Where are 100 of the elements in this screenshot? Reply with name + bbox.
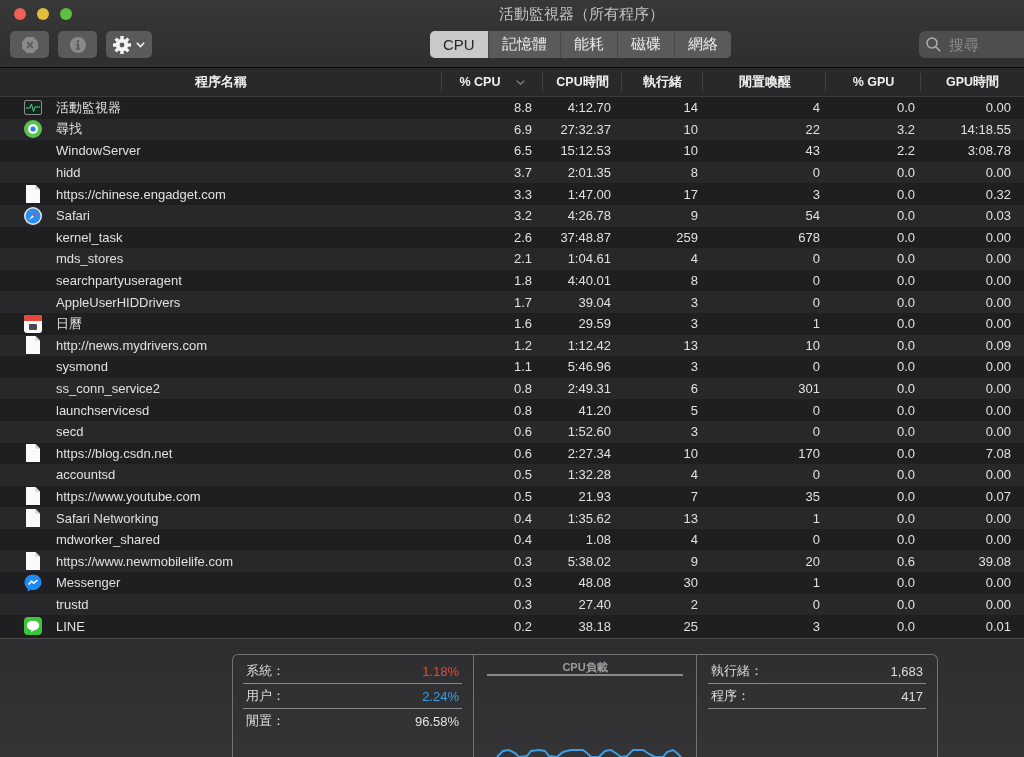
table-cell: 39.04 bbox=[578, 294, 611, 310]
table-cell: 3 bbox=[812, 186, 820, 202]
table-row[interactable]: Safari 3.2 4:26.78 9 54 0.0 0.03 bbox=[0, 204, 1024, 227]
close-window-button[interactable] bbox=[14, 8, 26, 20]
table-cell: 259 bbox=[676, 229, 698, 245]
table-cell: 8 bbox=[690, 273, 698, 289]
column-header[interactable]: CPU時間 bbox=[543, 68, 622, 96]
table-cell: 48.08 bbox=[578, 575, 611, 591]
table-cell: 17 bbox=[683, 186, 698, 202]
table-row[interactable]: http://news.mydrivers.com 1.2 1:12.42 13 10 0.0 0.09 bbox=[0, 334, 1024, 357]
table-row[interactable]: secd 0.6 1:52.60 3 0 0.0 0.00 bbox=[0, 420, 1024, 443]
table-cell: 2.1 bbox=[513, 251, 532, 267]
table-row[interactable]: ss_conn_service2 0.8 2:49.31 6 301 0.0 0.00 bbox=[0, 377, 1024, 400]
zoom-window-button[interactable] bbox=[60, 8, 72, 20]
table-cell: 1.8 bbox=[513, 273, 532, 289]
column-header[interactable]: GPU時間 bbox=[921, 68, 1024, 96]
table-cell: 0.0 bbox=[896, 510, 915, 526]
table-cell: 170 bbox=[798, 445, 820, 461]
table-cell: 54 bbox=[805, 208, 820, 224]
table-cell: 0.03 bbox=[985, 208, 1011, 224]
table-cell: 38.18 bbox=[578, 618, 611, 634]
table-cell: 15:12.53 bbox=[560, 143, 611, 159]
table-cell: 0.00 bbox=[985, 532, 1011, 548]
table-row[interactable]: Messenger 0.3 48.08 30 1 0.0 0.00 bbox=[0, 572, 1024, 594]
panel-title: CPU負載 bbox=[562, 661, 608, 673]
table-cell: 0.00 bbox=[985, 596, 1011, 612]
table-cell: 0.3 bbox=[513, 553, 532, 569]
gear-icon bbox=[113, 35, 131, 54]
column-header[interactable]: 閒置喚醒 bbox=[703, 68, 826, 96]
action-menu-button[interactable] bbox=[106, 31, 152, 58]
table-cell: 0.00 bbox=[985, 510, 1011, 526]
process-name: http://news.mydrivers.com bbox=[56, 337, 207, 353]
table-cell: 0 bbox=[812, 402, 820, 418]
table-row[interactable]: Safari Networking 0.4 1:35.62 13 1 0.0 0.00 bbox=[0, 507, 1024, 529]
table-cell: 0.0 bbox=[896, 337, 915, 353]
table-cell: 0 bbox=[812, 294, 820, 310]
table-cell: 21.93 bbox=[578, 489, 611, 504]
table-cell: 13 bbox=[683, 510, 698, 526]
table-cell: 5 bbox=[690, 402, 698, 418]
table-cell: 9 bbox=[690, 208, 698, 224]
process-name: trustd bbox=[56, 596, 89, 612]
table-cell: 6.9 bbox=[513, 121, 532, 137]
table-cell: 0 bbox=[812, 165, 820, 181]
view-tab[interactable]: 網絡 bbox=[673, 31, 731, 58]
table-cell: 43 bbox=[805, 143, 820, 159]
table-cell: 37:48.87 bbox=[560, 229, 611, 245]
table-row[interactable]: sysmond 1.1 5:46.96 3 0 0.0 0.00 bbox=[0, 356, 1024, 378]
table-cell: 3 bbox=[690, 294, 698, 310]
table-row[interactable]: https://blog.csdn.net 0.6 2:27.34 10 170 0.0 7.08 bbox=[0, 442, 1024, 465]
table-cell: 0.09 bbox=[985, 337, 1011, 353]
minimize-window-button[interactable] bbox=[37, 8, 49, 20]
table-row[interactable]: mdworker_shared 0.4 1.08 4 0 0.0 0.00 bbox=[0, 528, 1024, 551]
column-header[interactable]: 程序名稱 bbox=[0, 68, 442, 96]
window-title: 活動監視器（所有程序） bbox=[498, 4, 664, 22]
table-cell: 0 bbox=[812, 467, 820, 483]
table-row[interactable]: hidd 3.7 2:01.35 8 0 0.0 0.00 bbox=[0, 161, 1024, 184]
process-name: ss_conn_service2 bbox=[56, 381, 161, 396]
table-cell: 3.3 bbox=[513, 186, 532, 202]
activity-graph-icon bbox=[24, 100, 42, 116]
table-row[interactable]: trustd 0.3 27.40 2 0 0.0 0.00 bbox=[0, 593, 1024, 616]
table-row[interactable]: kernel_task 2.6 37:48.87 259 678 0.0 0.00 bbox=[0, 226, 1024, 249]
table-cell: 1:52.60 bbox=[567, 424, 611, 440]
table-cell: 1.6 bbox=[513, 316, 532, 332]
table-cell: 0.0 bbox=[896, 208, 915, 224]
table-row[interactable]: LINE 0.2 38.18 25 3 0.0 0.01 bbox=[0, 615, 1024, 637]
stat-value: 1,683 bbox=[890, 663, 923, 679]
table-row[interactable]: mds_stores 2.1 1:04.61 4 0 0.0 0.00 bbox=[0, 248, 1024, 270]
table-cell: 20 bbox=[805, 553, 820, 569]
table-row[interactable]: https://chinese.engadget.com 3.3 1:47.00 17 3 0.0 0.32 bbox=[0, 183, 1024, 205]
table-row[interactable]: 活動監視器 8.8 4:12.70 14 4 0.0 0.00 bbox=[0, 97, 1024, 119]
table-row[interactable]: https://www.newmobilelife.com 0.3 5:38.02 9 20 0.6 39.08 bbox=[0, 550, 1024, 573]
column-header[interactable]: 執行緒 bbox=[622, 68, 703, 96]
process-name: Safari bbox=[56, 208, 90, 224]
table-cell: 0.00 bbox=[985, 381, 1011, 396]
table-cell: 0.00 bbox=[985, 467, 1011, 483]
caret-icon bbox=[136, 41, 145, 48]
view-tab[interactable]: CPU bbox=[430, 31, 488, 58]
table-row[interactable]: AppleUserHIDDrivers 1.7 39.04 3 0 0.0 0.00 bbox=[0, 291, 1024, 313]
table-row[interactable]: 尋找 6.9 27:32.37 10 22 3.2 14:18.55 bbox=[0, 118, 1024, 141]
chat-bubble-icon bbox=[24, 617, 42, 636]
process-name: LINE bbox=[56, 618, 85, 634]
search-field[interactable]: 搜尋 bbox=[919, 31, 1024, 58]
table-row[interactable]: https://www.youtube.com 0.5 21.93 7 35 0.0 0.07 bbox=[0, 485, 1024, 508]
table-cell: 14 bbox=[683, 100, 698, 116]
stat-label: 用户： bbox=[246, 687, 285, 705]
column-header[interactable]: % CPU bbox=[442, 68, 543, 96]
table-cell: 27:32.37 bbox=[560, 121, 611, 137]
table-cell: 0.0 bbox=[896, 596, 915, 612]
table-cell: 0 bbox=[812, 596, 820, 612]
table-cell: 1.7 bbox=[513, 294, 532, 310]
table-row[interactable]: searchpartyuseragent 1.8 4:40.01 8 0 0.0 0.00 bbox=[0, 269, 1024, 292]
table-cell: 0.2 bbox=[513, 618, 532, 634]
table-row[interactable]: 日曆 1.6 29.59 3 1 0.0 0.00 bbox=[0, 312, 1024, 335]
table-cell: 2:49.31 bbox=[567, 381, 611, 396]
column-header[interactable]: % GPU bbox=[826, 68, 921, 96]
table-row[interactable]: launchservicesd 0.8 41.20 5 0 0.0 0.00 bbox=[0, 399, 1024, 421]
table-row[interactable]: accountsd 0.5 1:32.28 4 0 0.0 0.00 bbox=[0, 464, 1024, 486]
table-row[interactable]: WindowServer 6.5 15:12.53 10 43 2.2 3:08.78 bbox=[0, 140, 1024, 162]
table-cell: 678 bbox=[798, 229, 820, 245]
table-cell: 10 bbox=[683, 121, 698, 137]
